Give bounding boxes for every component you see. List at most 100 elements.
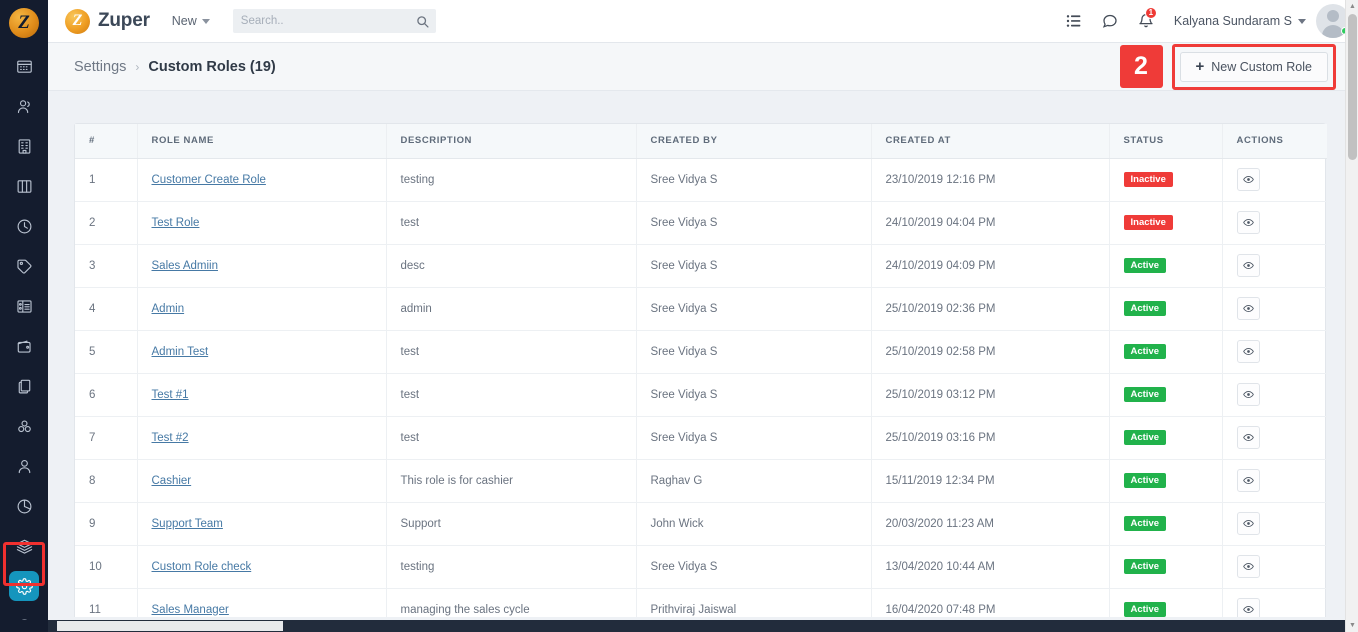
status-badge: Inactive [1123,171,1173,188]
role-name-link[interactable]: Admin Test [152,346,209,358]
sidebar-item-reports[interactable] [4,486,44,526]
sidebar-item-assets[interactable] [4,526,44,566]
role-description: testing [386,158,637,202]
role-description: Support [386,502,637,546]
role-description: managing the sales cycle [386,588,637,617]
view-role-button[interactable] [1236,340,1260,363]
role-name-link[interactable]: Test Role [152,217,200,229]
sidebar-item-tags[interactable] [4,246,44,286]
created-by: Sree Vidya S [636,158,872,202]
sidebar-item-settings[interactable] [4,566,44,606]
table-row: 10 Custom Role check testing Sree Vidya S 13… [75,545,1327,589]
role-name-link[interactable]: Cashier [152,475,192,487]
sidebar-item-timesheets[interactable] [4,206,44,246]
table-row: 3 Sales Admiin desc Sree Vidya S 24/10/2019 … [75,244,1327,288]
role-description: test [386,373,637,417]
eye-icon [1242,518,1254,529]
breadcrumb-separator-icon: › [135,59,140,74]
breadcrumb-settings[interactable]: Settings [74,59,126,75]
chat-bubble-icon[interactable] [1092,0,1128,43]
sidebar-item-board[interactable] [4,166,44,206]
scroll-up-arrow-icon[interactable]: ▲ [1346,0,1358,13]
column-header-description[interactable]: DESCRIPTION [386,124,637,159]
table-row: 11 Sales Manager managing the sales cycle P… [75,588,1327,617]
view-role-button[interactable] [1236,168,1260,191]
table-header: # ROLE NAME DESCRIPTION CREATED BY CREATED A… [75,124,1327,159]
created-at: 25/10/2019 03:12 PM [871,373,1110,417]
scroll-down-arrow-icon[interactable]: ▼ [1346,619,1358,632]
column-header-[interactable]: # [75,124,138,159]
column-header-status[interactable]: STATUS [1109,124,1223,159]
sidebar-item-calendar[interactable] [4,46,44,86]
role-name-link[interactable]: Sales Manager [152,604,229,616]
sidebar-item-properties[interactable] [4,126,44,166]
view-role-button[interactable] [1236,598,1260,617]
gear-icon [9,571,39,601]
role-name-link[interactable]: Test #2 [152,432,189,444]
created-by: Sree Vidya S [636,244,872,288]
created-at: 24/10/2019 04:09 PM [871,244,1110,288]
sidebar-item-documents[interactable] [4,366,44,406]
view-role-button[interactable] [1236,512,1260,535]
role-name-link[interactable]: Test #1 [152,389,189,401]
role-name-link[interactable]: Custom Role check [152,561,252,573]
status-badge: Active [1123,386,1167,403]
view-role-button[interactable] [1236,555,1260,578]
search-input[interactable] [240,15,411,27]
custom-roles-card: # ROLE NAME DESCRIPTION CREATED BY CREATED A… [74,123,1327,617]
status-badge: Active [1123,601,1167,617]
search-icon[interactable] [416,15,429,28]
sidebar-item-invoices[interactable] [4,326,44,366]
sidebar-item-team[interactable] [4,446,44,486]
sidebar-item-customers[interactable] [4,86,44,126]
table-header-row: # ROLE NAME DESCRIPTION CREATED BY CREATED A… [75,124,1327,159]
rail-bottom-strip [0,620,48,632]
row-index: 2 [75,201,138,245]
table-row: 6 Test #1 test Sree Vidya S 25/10/2019 03:12… [75,373,1327,417]
vertical-scrollbar-thumb[interactable] [1348,14,1357,160]
board-icon [16,178,33,195]
column-header-role-name[interactable]: ROLE NAME [137,124,387,159]
view-role-button[interactable] [1236,297,1260,320]
role-name-link[interactable]: Support Team [152,518,223,530]
brand[interactable]: Z Zuper [65,8,150,34]
sidebar-item-jobs[interactable] [4,286,44,326]
column-header-created-at[interactable]: CREATED AT [871,124,1110,159]
vertical-scrollbar[interactable]: ▲ ▼ [1345,0,1358,632]
top-app-bar: Z Zuper New Search.. 1 Kalyana Sundaram … [48,0,1358,43]
view-role-button[interactable] [1236,469,1260,492]
plus-icon: + [1195,58,1205,75]
column-header-created-by[interactable]: CREATED BY [636,124,872,159]
search-box[interactable] [232,9,436,33]
role-name-link[interactable]: Customer Create Role [152,174,266,186]
new-dropdown[interactable]: New [172,14,210,28]
bell-icon[interactable]: 1 [1128,0,1164,43]
view-role-button[interactable] [1236,211,1260,234]
horizontal-scrollbar-thumb[interactable] [57,621,283,631]
status-badge: Active [1123,343,1167,360]
view-role-button[interactable] [1236,426,1260,449]
page-header: Settings › Custom Roles (19) 2 + New Cus… [48,43,1358,91]
zuper-logo-icon[interactable]: Z [9,8,39,38]
table-row: 4 Admin admin Sree Vidya S 25/10/2019 02:36 … [75,287,1327,331]
view-role-button[interactable] [1236,383,1260,406]
status-badge: Active [1123,558,1167,575]
sidebar-item-parts[interactable] [4,406,44,446]
user-menu-chevron-down-icon[interactable] [1298,18,1306,24]
list-icon[interactable] [1056,0,1092,43]
role-description: test [386,330,637,374]
column-header-actions[interactable]: ACTIONS [1222,124,1327,159]
user-name-label[interactable]: Kalyana Sundaram S [1174,14,1292,28]
role-name-link[interactable]: Sales Admiin [152,260,218,272]
breadcrumb: Settings › Custom Roles (19) [74,59,276,75]
row-index: 7 [75,416,138,460]
created-at: 20/03/2020 11:23 AM [871,502,1110,546]
status-badge: Active [1123,300,1167,317]
role-name-link[interactable]: Admin [152,303,185,315]
eye-icon [1242,432,1254,443]
view-role-button[interactable] [1236,254,1260,277]
new-custom-role-highlight-box: + New Custom Role [1171,43,1336,90]
new-custom-role-button[interactable]: + New Custom Role [1179,51,1328,82]
role-description: desc [386,244,637,288]
eye-icon [1242,389,1254,400]
